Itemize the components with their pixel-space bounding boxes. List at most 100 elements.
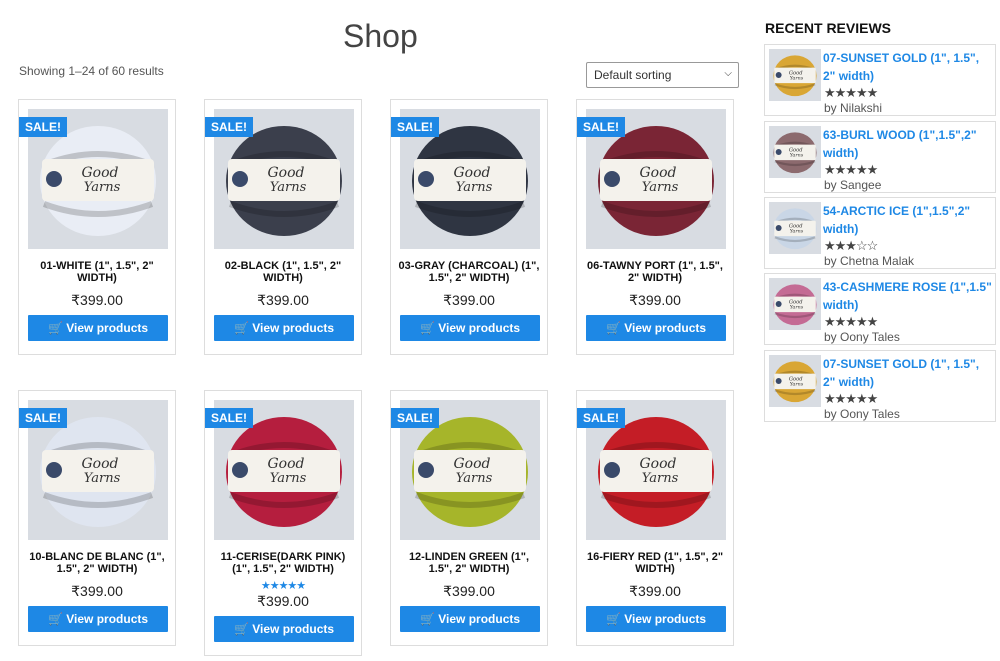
- view-products-button[interactable]: 🛒 View products: [586, 606, 726, 632]
- button-label: View products: [624, 321, 707, 335]
- review-rating-stars: ★★★★★: [824, 162, 878, 177]
- cart-icon: 🛒: [419, 612, 435, 626]
- review-product-link[interactable]: 07-SUNSET GOLD (1", 1.5", 2" width): [823, 49, 993, 85]
- svg-text:Good: Good: [453, 456, 490, 472]
- svg-text:Good: Good: [789, 299, 803, 305]
- svg-text:Yarns: Yarns: [790, 152, 804, 158]
- cart-icon: 🛒: [47, 321, 63, 335]
- review-product-thumbnail[interactable]: Good Yarns: [769, 278, 821, 330]
- svg-text:Yarns: Yarns: [642, 471, 679, 486]
- sale-badge: SALE!: [391, 408, 439, 428]
- product-price: ₹399.00: [71, 583, 123, 599]
- svg-text:Yarns: Yarns: [456, 180, 493, 195]
- cart-icon: 🛒: [233, 622, 249, 636]
- button-label: View products: [252, 321, 335, 335]
- svg-text:Good: Good: [789, 70, 803, 76]
- review-product-link[interactable]: 63-BURL WOOD (1",1.5",2" width): [823, 126, 993, 162]
- svg-text:Good: Good: [789, 223, 803, 229]
- product-name[interactable]: 06-TAWNY PORT (1", 1.5", 2" WIDTH): [583, 260, 727, 284]
- view-products-button[interactable]: 🛒 View products: [214, 616, 354, 642]
- svg-text:Good: Good: [639, 456, 676, 472]
- sale-badge: SALE!: [577, 117, 625, 137]
- svg-text:Yarns: Yarns: [456, 471, 493, 486]
- view-products-button[interactable]: 🛒 View products: [28, 315, 168, 341]
- cart-icon: 🛒: [419, 321, 435, 335]
- review-product-thumbnail[interactable]: Good Yarns: [769, 355, 821, 407]
- sorting-selected-value: Default sorting: [594, 68, 672, 82]
- product-price: ₹399.00: [629, 292, 681, 308]
- cart-icon: 🛒: [233, 321, 249, 335]
- product-price: ₹399.00: [443, 292, 495, 308]
- review-rating-stars: ★★★★★: [824, 314, 878, 329]
- review-author: by Chetna Malak: [824, 254, 915, 268]
- svg-text:Yarns: Yarns: [790, 381, 804, 387]
- view-products-button[interactable]: 🛒 View products: [28, 606, 168, 632]
- review-product-thumbnail[interactable]: Good Yarns: [769, 49, 821, 101]
- product-name[interactable]: 01-WHITE (1", 1.5", 2" WIDTH): [25, 260, 169, 284]
- product-card: Good Yarns SALE! 03-GRAY (CHARCOAL) (1", 1.…: [390, 99, 548, 355]
- review-item: Good Yarns 43-CASHMERE ROSE (1",1.5" width…: [764, 273, 996, 345]
- review-rating-stars: ★★★★★: [824, 85, 878, 100]
- svg-text:Yarns: Yarns: [270, 471, 307, 486]
- review-rating-stars: ★★★☆☆: [824, 238, 878, 253]
- svg-text:Good: Good: [267, 456, 304, 472]
- sale-badge: SALE!: [19, 408, 67, 428]
- product-price: ₹399.00: [443, 583, 495, 599]
- product-name[interactable]: 11-CERISE(DARK PINK) (1", 1.5", 2" WIDTH…: [211, 551, 355, 575]
- svg-text:Good: Good: [81, 165, 118, 181]
- review-product-link[interactable]: 54-ARCTIC ICE (1",1.5",2" width): [823, 202, 993, 238]
- button-label: View products: [66, 612, 149, 626]
- cart-icon: 🛒: [47, 612, 63, 626]
- product-name[interactable]: 10-BLANC DE BLANC (1", 1.5", 2" WIDTH): [25, 551, 169, 575]
- svg-text:Good: Good: [453, 165, 490, 181]
- view-products-button[interactable]: 🛒 View products: [586, 315, 726, 341]
- product-card: Good Yarns SALE! 10-BLANC DE BLANC (1", 1.5…: [18, 390, 176, 646]
- page-title: Shop: [343, 18, 418, 54]
- product-name[interactable]: 02-BLACK (1", 1.5", 2" WIDTH): [211, 260, 355, 284]
- recent-reviews-title: RECENT REVIEWS: [765, 20, 892, 36]
- review-author: by Oony Tales: [824, 407, 900, 421]
- review-product-link[interactable]: 43-CASHMERE ROSE (1",1.5" width): [823, 278, 993, 314]
- sale-badge: SALE!: [391, 117, 439, 137]
- review-product-thumbnail[interactable]: Good Yarns: [769, 126, 821, 178]
- sale-badge: SALE!: [577, 408, 625, 428]
- svg-text:Yarns: Yarns: [790, 75, 804, 81]
- product-card: Good Yarns SALE! 11-CERISE(DARK PINK) (1", …: [204, 390, 362, 656]
- result-count: Showing 1–24 of 60 results: [19, 64, 164, 78]
- sorting-select[interactable]: Default sorting ⌵: [586, 62, 739, 88]
- cart-icon: 🛒: [605, 321, 621, 335]
- sale-badge: SALE!: [205, 117, 253, 137]
- product-card: Good Yarns SALE! 06-TAWNY PORT (1", 1.5", 2…: [576, 99, 734, 355]
- svg-text:Yarns: Yarns: [790, 304, 804, 310]
- chevron-down-icon: ⌵: [724, 68, 732, 79]
- product-card: Good Yarns SALE! 12-LINDEN GREEN (1", 1.5",…: [390, 390, 548, 646]
- product-card: Good Yarns SALE! 16-FIERY RED (1", 1.5", 2"…: [576, 390, 734, 646]
- product-price: ₹399.00: [629, 583, 681, 599]
- product-card: Good Yarns SALE! 01-WHITE (1", 1.5", 2" WID…: [18, 99, 176, 355]
- product-price: ₹399.00: [257, 593, 309, 609]
- review-product-thumbnail[interactable]: Good Yarns: [769, 202, 821, 254]
- review-item: Good Yarns 54-ARCTIC ICE (1",1.5",2" width…: [764, 197, 996, 269]
- product-name[interactable]: 16-FIERY RED (1", 1.5", 2" WIDTH): [583, 551, 727, 575]
- svg-text:Yarns: Yarns: [84, 471, 121, 486]
- svg-text:Yarns: Yarns: [790, 228, 804, 234]
- product-name[interactable]: 12-LINDEN GREEN (1", 1.5", 2" WIDTH): [397, 551, 541, 575]
- button-label: View products: [438, 612, 521, 626]
- review-author: by Nilakshi: [824, 101, 883, 115]
- rating-stars: ★★★★★: [260, 580, 306, 592]
- svg-text:Yarns: Yarns: [270, 180, 307, 195]
- view-products-button[interactable]: 🛒 View products: [400, 315, 540, 341]
- review-item: Good Yarns 63-BURL WOOD (1",1.5",2" width)…: [764, 121, 996, 193]
- svg-text:Good: Good: [789, 376, 803, 382]
- review-product-link[interactable]: 07-SUNSET GOLD (1", 1.5", 2" width): [823, 355, 993, 391]
- button-label: View products: [66, 321, 149, 335]
- review-item: Good Yarns 07-SUNSET GOLD (1", 1.5", 2" wi…: [764, 44, 996, 116]
- view-products-button[interactable]: 🛒 View products: [400, 606, 540, 632]
- svg-text:Yarns: Yarns: [84, 180, 121, 195]
- view-products-button[interactable]: 🛒 View products: [214, 315, 354, 341]
- svg-text:Good: Good: [789, 147, 803, 153]
- review-rating-stars: ★★★★★: [824, 391, 878, 406]
- sale-badge: SALE!: [19, 117, 67, 137]
- product-name[interactable]: 03-GRAY (CHARCOAL) (1", 1.5", 2" WIDTH): [397, 260, 541, 284]
- product-card: Good Yarns SALE! 02-BLACK (1", 1.5", 2" WID…: [204, 99, 362, 355]
